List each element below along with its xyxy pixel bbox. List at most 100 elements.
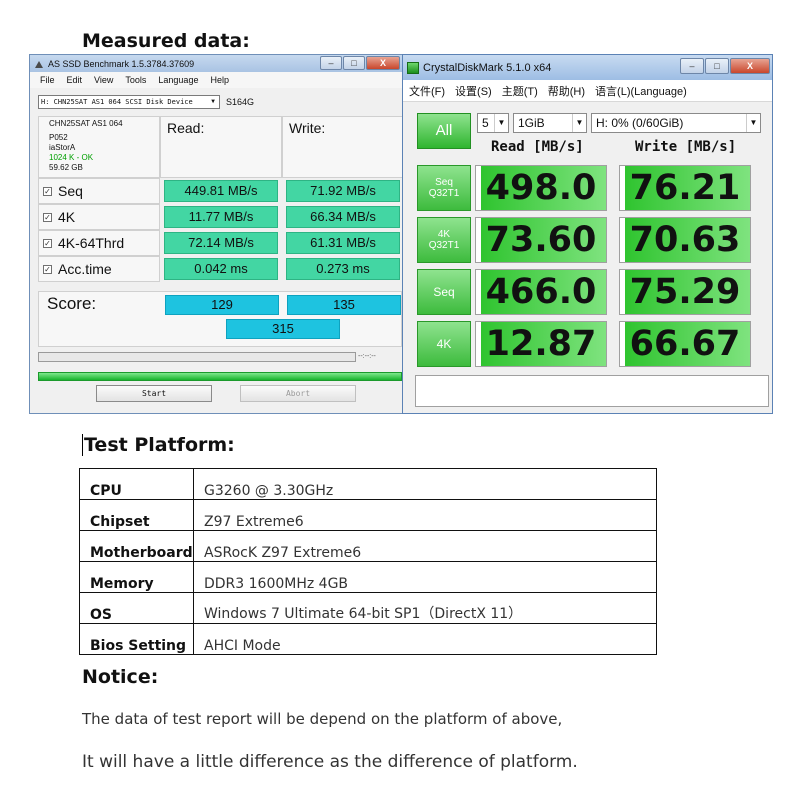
- table-row: Bios Setting AHCI Mode: [79, 623, 657, 655]
- cdm-menubar: 文件(F) 设置(S) 主题(T) 帮助(H) 语言(L)(Language): [403, 80, 772, 102]
- seq-read-value: 449.81 MB/s: [164, 180, 278, 202]
- comment-input[interactable]: [415, 375, 769, 407]
- checkbox-icon[interactable]: ✓: [43, 186, 52, 196]
- row-label: 4K-64Thrd: [58, 235, 125, 251]
- cdm-titlebar[interactable]: CrystalDiskMark 5.1.0 x64 – □ X: [403, 55, 772, 80]
- chevron-down-icon: ▼: [211, 98, 215, 105]
- table-row: Motherboard ASRocK Z97 Extreme6: [79, 530, 657, 562]
- seq-q32t1-write: 76.21: [619, 165, 751, 211]
- crystaldiskmark-window: CrystalDiskMark 5.1.0 x64 – □ X 文件(F) 设置…: [402, 54, 773, 414]
- 4k-read: 12.87: [475, 321, 607, 367]
- read-header: Read:: [160, 116, 282, 178]
- 4k-q32t1-button[interactable]: 4K Q32T1: [417, 217, 471, 263]
- menu-view[interactable]: View: [94, 75, 113, 85]
- menu-help[interactable]: Help: [210, 75, 229, 85]
- status-bar: [38, 372, 402, 381]
- 4k64-read-value: 72.14 MB/s: [164, 232, 278, 254]
- 4k64-write-value: 61.31 MB/s: [286, 232, 400, 254]
- test-line2: Q32T1: [428, 188, 460, 199]
- row-acc-time[interactable]: ✓ Acc.time: [38, 256, 160, 282]
- info-alignment: 1024 K - OK: [49, 153, 94, 162]
- cdm-app-icon: [407, 61, 419, 74]
- seq-button[interactable]: Seq: [417, 269, 471, 315]
- notice-text: It will have a little difference as the …: [82, 752, 578, 772]
- test-line1: 4K: [437, 229, 451, 240]
- table-row: OS Windows 7 Ultimate 64-bit SP1（DirectX …: [79, 592, 657, 624]
- count-value: 5: [482, 116, 489, 130]
- spec-key: CPU: [79, 468, 194, 500]
- menu-file[interactable]: File: [40, 75, 55, 85]
- seq-q32t1-read: 498.0: [475, 165, 607, 211]
- menu-language[interactable]: 语言(L)(Language): [595, 83, 687, 99]
- close-button[interactable]: X: [730, 58, 770, 74]
- platform-table: CPU G3260 @ 3.30GHz Chipset Z97 Extreme6 M…: [79, 468, 657, 655]
- drive-info: CHN25SAT AS1 064 P052 iaStorA 1024 K - O…: [38, 116, 160, 178]
- row-seq[interactable]: ✓ Seq: [38, 178, 160, 204]
- menu-theme[interactable]: 主题(T): [502, 83, 538, 99]
- notice-text: The data of test report will be depend o…: [82, 710, 563, 728]
- info-capacity: 59.62 GB: [49, 163, 83, 172]
- menu-settings[interactable]: 设置(S): [455, 83, 492, 99]
- spec-value: DDR3 1600MHz 4GB: [193, 561, 657, 593]
- maximize-button[interactable]: □: [705, 58, 729, 74]
- spec-key: Bios Setting: [79, 623, 194, 655]
- menu-tools[interactable]: Tools: [125, 75, 146, 85]
- spec-key: Chipset: [79, 499, 194, 531]
- spec-value: AHCI Mode: [193, 623, 657, 655]
- checkbox-icon[interactable]: ✓: [43, 264, 52, 274]
- write-header: Write:: [282, 116, 404, 178]
- spec-value: Z97 Extreme6: [193, 499, 657, 531]
- menu-edit[interactable]: Edit: [67, 75, 83, 85]
- cdm-title: CrystalDiskMark 5.1.0 x64: [423, 61, 552, 74]
- score-label: Score:: [47, 294, 97, 313]
- spec-key: Memory: [79, 561, 194, 593]
- checkbox-icon[interactable]: ✓: [43, 212, 52, 222]
- write-header: Write [MB/s]: [635, 139, 737, 155]
- drive-value: H: 0% (0/60GiB): [596, 116, 684, 130]
- as-ssd-title: AS SSD Benchmark 1.5.3784.37609: [48, 58, 195, 69]
- acc-write-value: 0.273 ms: [286, 258, 400, 280]
- progress-time: --:--:--: [358, 353, 376, 360]
- size-select[interactable]: 1GiB ▼: [513, 113, 587, 133]
- 4k-q32t1-read: 73.60: [475, 217, 607, 263]
- close-button[interactable]: X: [366, 56, 400, 70]
- test-platform-heading: Test Platform:: [82, 434, 235, 456]
- as-ssd-titlebar[interactable]: AS SSD Benchmark 1.5.3784.37609 – □ X: [30, 55, 402, 72]
- test-line1: Seq: [433, 284, 455, 299]
- seq-q32t1-button[interactable]: Seq Q32T1: [417, 165, 471, 211]
- all-button[interactable]: All: [417, 113, 471, 149]
- 4k-button[interactable]: 4K: [417, 321, 471, 367]
- drive-select[interactable]: H: 0% (0/60GiB) ▼: [591, 113, 761, 133]
- spec-value: ASRocK Z97 Extreme6: [193, 530, 657, 562]
- checkbox-icon[interactable]: ✓: [43, 238, 52, 248]
- spec-value: Windows 7 Ultimate 64-bit SP1（DirectX 11…: [193, 592, 657, 624]
- abort-button[interactable]: Abort: [240, 385, 356, 402]
- table-row: CPU G3260 @ 3.30GHz: [79, 468, 657, 500]
- read-header: Read [MB/s]: [491, 139, 584, 155]
- row-label: 4K: [58, 209, 76, 225]
- count-select[interactable]: 5 ▼: [477, 113, 509, 133]
- menu-language[interactable]: Language: [158, 75, 198, 85]
- seq-read: 466.0: [475, 269, 607, 315]
- row-label: Acc.time: [58, 261, 112, 277]
- spec-key: OS: [79, 592, 194, 624]
- menu-file[interactable]: 文件(F): [409, 83, 445, 99]
- maximize-button[interactable]: □: [343, 56, 365, 70]
- measured-data-heading: Measured data:: [82, 30, 250, 52]
- minimize-button[interactable]: –: [320, 56, 342, 70]
- row-label: Seq: [58, 183, 83, 199]
- minimize-button[interactable]: –: [680, 58, 704, 74]
- size-value: 1GiB: [518, 116, 545, 130]
- score-panel: Score: 129 135 315: [38, 291, 402, 347]
- menu-help[interactable]: 帮助(H): [548, 83, 585, 99]
- 4k-q32t1-write: 70.63: [619, 217, 751, 263]
- drive-select-value: H: CHN25SAT AS1 064 SCSI Disk Device: [41, 98, 193, 106]
- 4k-write: 66.67: [619, 321, 751, 367]
- drive-select[interactable]: H: CHN25SAT AS1 064 SCSI Disk Device ▼: [38, 95, 220, 109]
- row-4k[interactable]: ✓ 4K: [38, 204, 160, 230]
- drive-model: S164G: [226, 97, 255, 107]
- test-line1: 4K: [436, 336, 452, 351]
- progress-bar: [38, 352, 356, 362]
- row-4k-64thrd[interactable]: ✓ 4K-64Thrd: [38, 230, 160, 256]
- start-button[interactable]: Start: [96, 385, 212, 402]
